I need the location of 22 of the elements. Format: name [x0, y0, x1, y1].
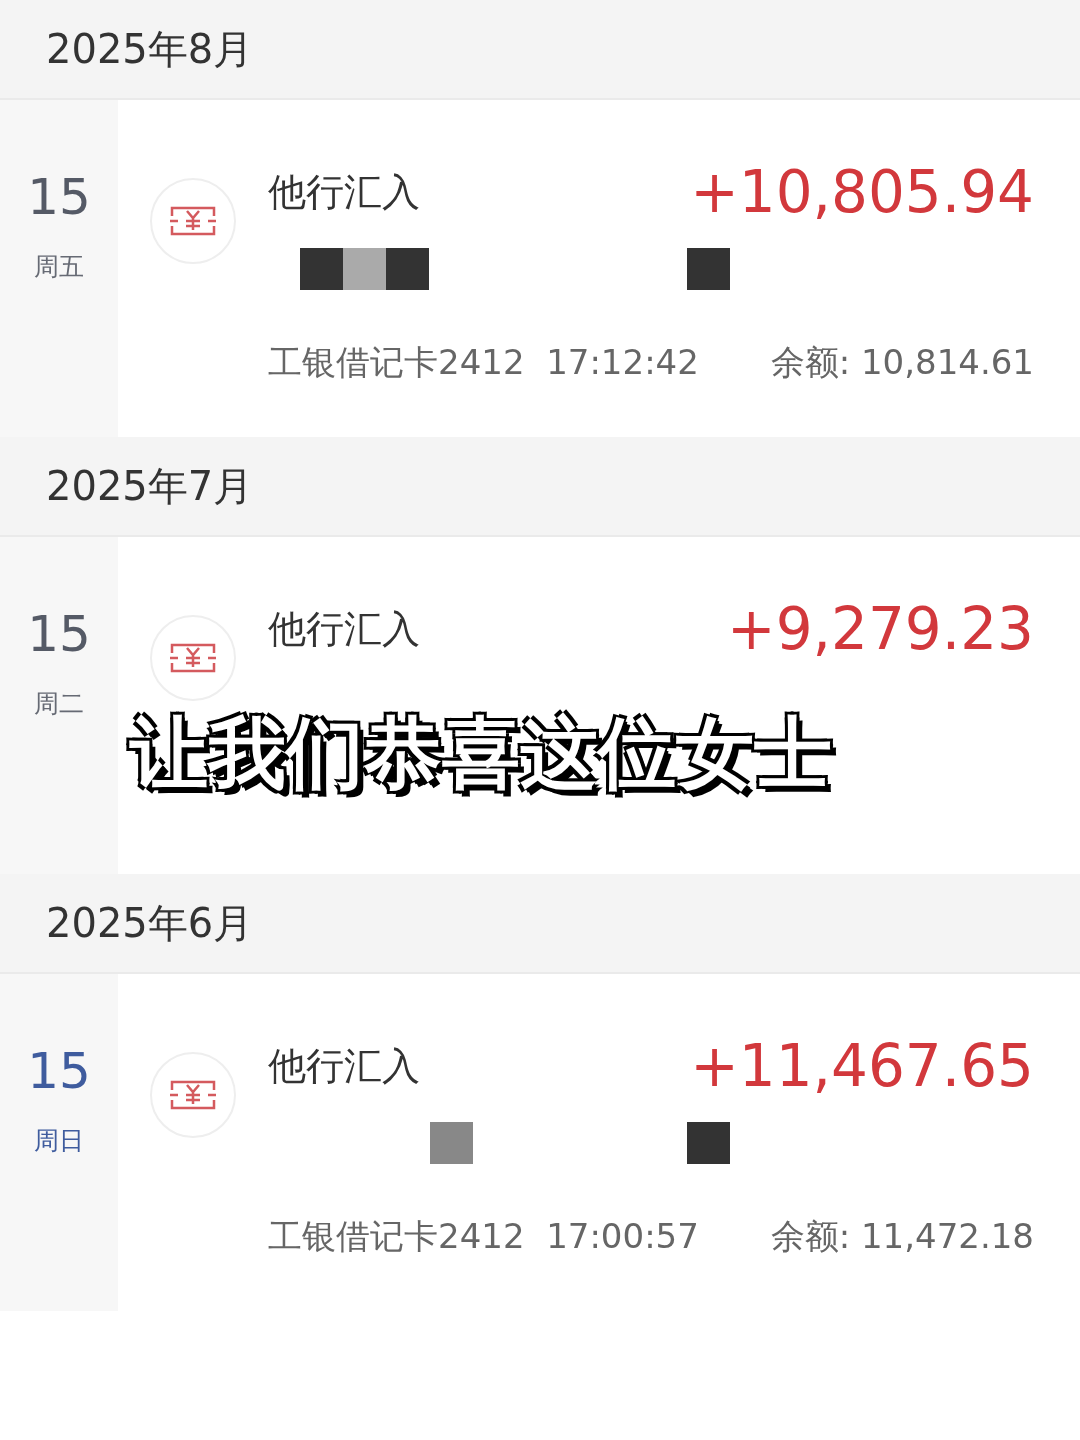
- amount: +9,279.23: [727, 595, 1034, 663]
- day-number: 15: [27, 609, 91, 659]
- balance: 余额: 11,472.18: [770, 1215, 1034, 1258]
- card-and-time: 工银借记卡2412 17:00:57: [268, 1215, 699, 1258]
- month-label: 2025年6月: [46, 898, 254, 948]
- month-label: 2025年8月: [46, 24, 254, 74]
- balance: 余额: 10,814.61: [770, 341, 1034, 384]
- day-number: 15: [27, 1046, 91, 1096]
- transfer-icon: [150, 615, 236, 701]
- day-number: 15: [27, 172, 91, 222]
- weekday-label: 周日: [34, 1125, 84, 1157]
- transfer-icon: [150, 1052, 236, 1138]
- weekday-label: 周二: [34, 688, 84, 720]
- transaction-title: 他行汇入: [268, 168, 420, 216]
- transfer-icon: [150, 178, 236, 264]
- amount: +10,805.94: [690, 158, 1034, 226]
- weekday-label: 周五: [34, 251, 84, 283]
- card-and-time: 工银借记卡2412 17:12:42: [268, 341, 699, 384]
- transaction-title: 他行汇入: [268, 1042, 420, 1090]
- month-label: 2025年7月: [46, 461, 254, 511]
- transaction-title: 他行汇入: [268, 605, 420, 653]
- amount: +11,467.65: [690, 1032, 1034, 1100]
